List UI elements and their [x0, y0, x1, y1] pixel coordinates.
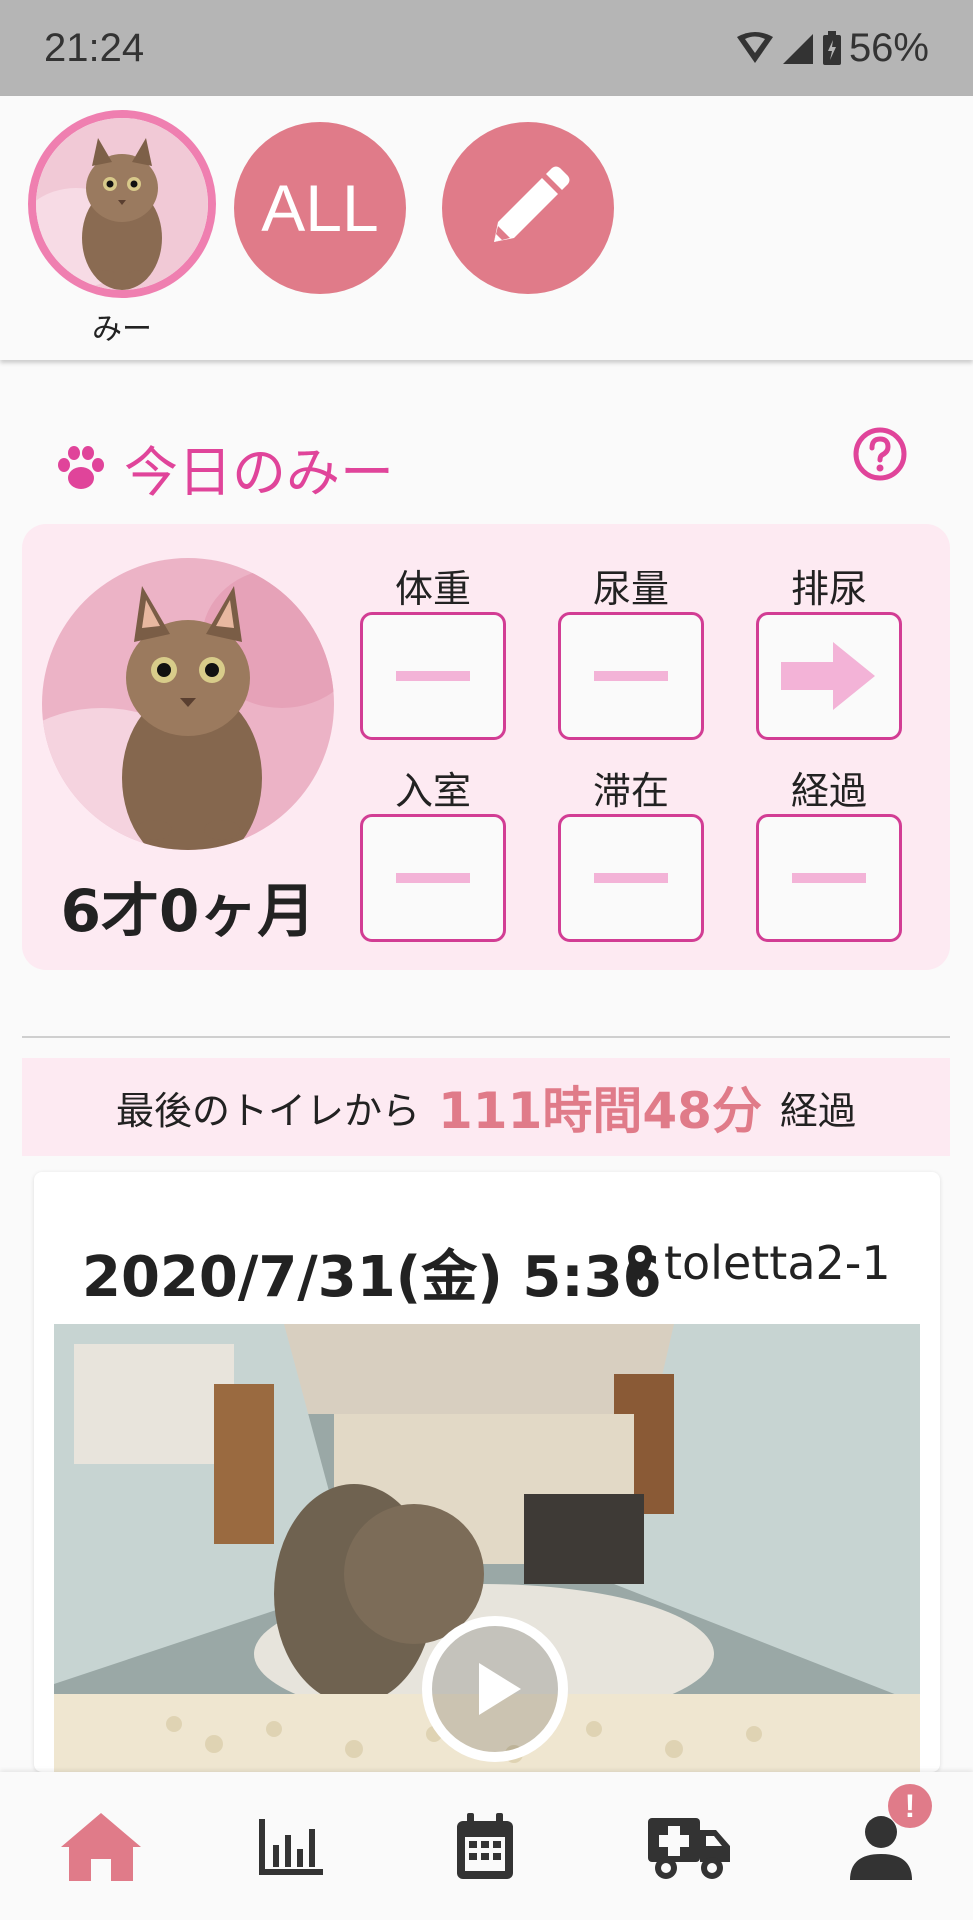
metric-stay[interactable] — [558, 814, 704, 942]
status-icons: 56% — [735, 26, 929, 71]
pet-photo — [42, 558, 334, 850]
battery-percent: 56% — [848, 26, 929, 70]
arrow-right-icon — [781, 642, 875, 710]
metric-elapsed[interactable] — [756, 814, 902, 942]
divider — [22, 1036, 950, 1038]
metric-label-weight: 体重 — [394, 567, 471, 611]
empty-value-dash — [594, 671, 668, 681]
location-name: toletta2-1 — [664, 1236, 891, 1290]
metric-label-stay: 滞在 — [592, 769, 669, 813]
wifi-icon — [736, 31, 773, 63]
record-location: toletta2-1 — [626, 1236, 891, 1290]
record-video[interactable] — [54, 1324, 920, 1772]
nav-chart[interactable] — [246, 1802, 336, 1892]
today-title: 今日のみー — [124, 441, 394, 504]
metric-label-urine-volume: 尿量 — [592, 567, 669, 611]
cat-photo — [36, 118, 208, 290]
status-bar: 21:24 56% — [0, 0, 973, 96]
metric-label-urination: 排尿 — [790, 567, 867, 611]
today-section-header: 今日のみー — [56, 428, 394, 507]
elapsed-duration: 111時間48分 — [438, 1082, 762, 1140]
signal-icon — [782, 33, 813, 64]
metric-label-entry: 入室 — [394, 769, 471, 813]
edit-button[interactable] — [442, 122, 614, 294]
pencil-icon — [494, 166, 570, 242]
play-button[interactable] — [422, 1616, 568, 1762]
metric-entry[interactable] — [360, 814, 506, 942]
play-icon — [479, 1663, 521, 1715]
elapsed-suffix: 経過 — [779, 1088, 856, 1133]
empty-value-dash — [594, 873, 668, 883]
nav-calendar[interactable] — [440, 1802, 530, 1892]
metric-weight[interactable] — [360, 612, 506, 740]
location-pin-icon — [628, 1245, 652, 1281]
pet-selector: みー ALL — [0, 96, 973, 360]
nav-profile[interactable]: ! — [836, 1784, 932, 1892]
empty-value-dash — [396, 873, 470, 883]
paw-icon — [58, 445, 104, 489]
record-datetime: 2020/7/31(金) 5:36 — [82, 1245, 662, 1310]
metric-urine-volume[interactable] — [558, 612, 704, 740]
notification-badge: ! — [888, 1784, 932, 1828]
cat-photo-large — [42, 558, 334, 850]
pet-avatar-selected[interactable] — [28, 110, 216, 298]
ambulance-icon — [648, 1818, 730, 1879]
metric-urination[interactable] — [756, 612, 902, 740]
today-card: 6才0ヶ月 体重 尿量 排尿 入室 滞在 経過 — [22, 524, 950, 970]
bottom-navigation: ! — [0, 1772, 973, 1920]
home-icon — [61, 1813, 141, 1881]
nav-vet[interactable] — [644, 1802, 734, 1892]
help-icon[interactable] — [852, 426, 908, 482]
empty-value-dash — [792, 873, 866, 883]
chart-icon — [259, 1819, 323, 1875]
pet-name: みー — [92, 312, 152, 347]
elapsed-banner: 最後のトイレから 111時間48分 経過 — [22, 1058, 950, 1156]
nav-home[interactable] — [56, 1802, 146, 1892]
elapsed-prefix: 最後のトイレから — [116, 1088, 421, 1133]
calendar-icon — [457, 1813, 513, 1879]
battery-icon — [822, 30, 841, 65]
status-time: 21:24 — [44, 26, 145, 70]
all-pets-button[interactable]: ALL — [234, 122, 406, 294]
metric-label-elapsed: 経過 — [790, 769, 867, 813]
pet-age: 6才0ヶ月 — [60, 877, 316, 945]
toilet-record-card[interactable]: 2020/7/31(金) 5:36 toletta2-1 — [34, 1172, 940, 1772]
empty-value-dash — [396, 671, 470, 681]
